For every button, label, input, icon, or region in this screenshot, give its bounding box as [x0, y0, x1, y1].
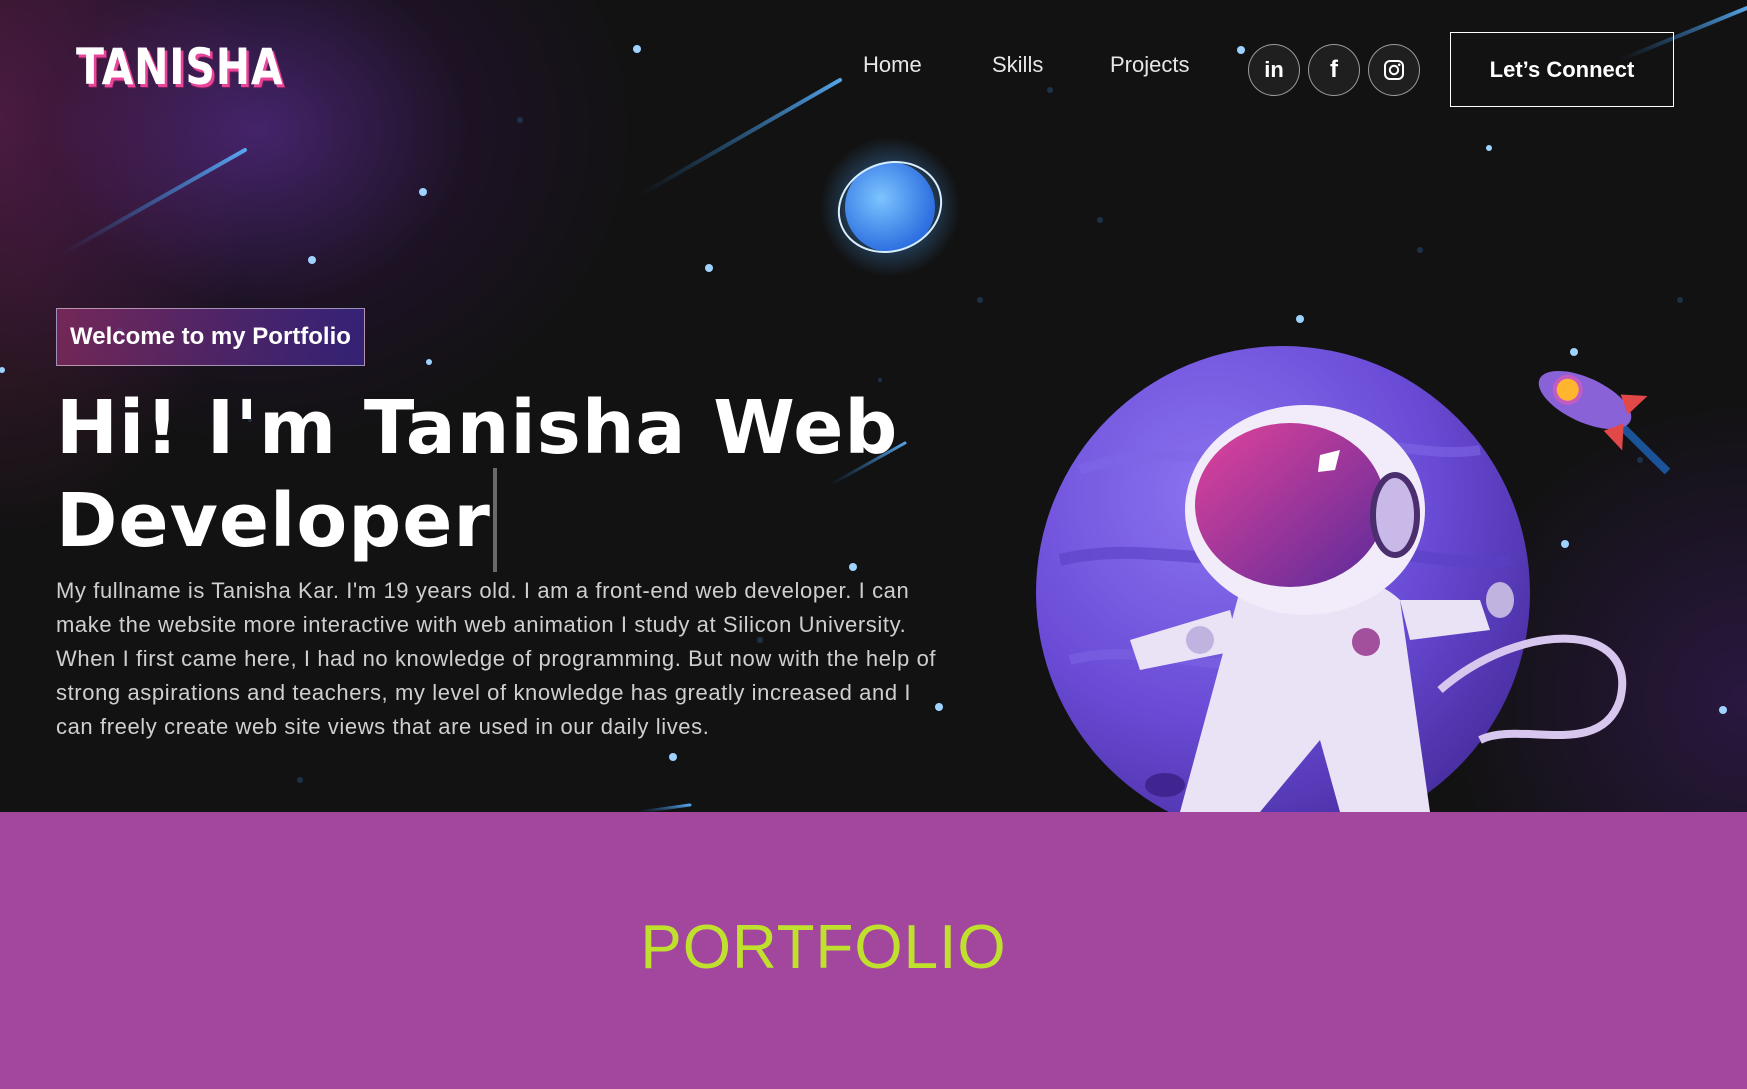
lets-connect-button[interactable]: Let’s Connect: [1450, 32, 1674, 107]
nav-link-projects[interactable]: Projects: [1110, 52, 1189, 78]
portfolio-section: PORTFOLIO: [0, 812, 1747, 1089]
linkedin-icon: in: [1264, 57, 1284, 82]
hero-headline: Hi! I'm Tanisha Web Developer: [56, 388, 956, 572]
welcome-tagline: Welcome to my Portfolio: [56, 308, 365, 366]
facebook-icon: f: [1330, 56, 1338, 83]
hero-bio: My fullname is Tanisha Kar. I'm 19 years…: [56, 578, 937, 739]
small-planet: [820, 137, 960, 277]
nav-link-skills[interactable]: Skills: [992, 52, 1043, 78]
linkedin-button[interactable]: in: [1248, 44, 1300, 96]
typing-cursor: [492, 468, 497, 572]
nav-link-home[interactable]: Home: [863, 52, 922, 78]
instagram-button[interactable]: [1368, 44, 1420, 96]
portfolio-title: PORTFOLIO: [640, 913, 1007, 982]
hero-headline-text: Hi! I'm Tanisha Web Developer: [56, 385, 899, 564]
facebook-button[interactable]: f: [1308, 44, 1360, 96]
brand-logo[interactable]: TANISHA: [76, 38, 283, 96]
rocket: [1538, 370, 1671, 475]
hero-section: TANISHA Home Skills Projects in f Let’s …: [0, 0, 1747, 812]
instagram-icon: [1384, 60, 1404, 80]
